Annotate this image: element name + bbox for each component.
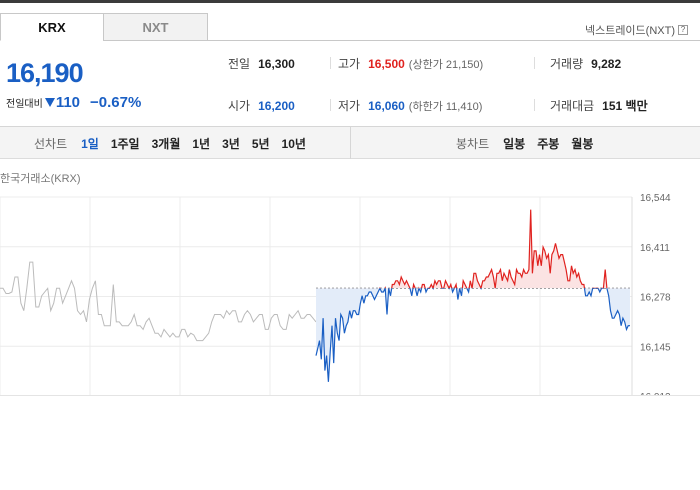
stat-label: 저가	[338, 99, 361, 113]
nxt-link-label: 넥스트레이드(NXT)	[584, 25, 675, 37]
stat-low: 저가 16,060 (하한가 11,410)	[338, 97, 482, 114]
period-bar: 선차트 1일 1주일 3개월 1년 3년 5년 10년 봉차트 일봉 주봉 월봉	[0, 127, 700, 159]
stat-value: 151 백만	[602, 99, 648, 113]
stat-amount: 거래대금 151 백만	[550, 97, 648, 114]
period-1w[interactable]: 1주일	[111, 135, 140, 152]
change-label: 전일대비	[6, 99, 43, 110]
tab-nxt[interactable]: NXT	[103, 13, 208, 41]
period-1d[interactable]: 1일	[81, 135, 99, 152]
y-tick-label: 16,411	[640, 243, 670, 254]
tab-underline	[208, 40, 700, 41]
stat-value: 16,060	[368, 99, 405, 113]
stat-value: 9,282	[591, 57, 622, 71]
down-triangle-icon	[44, 98, 55, 107]
change-percent: −0.67%	[90, 94, 142, 111]
nxt-link[interactable]: 넥스트레이드(NXT) ?	[585, 22, 688, 38]
period-divider	[350, 127, 351, 159]
stat-prev-close: 전일 16,300	[228, 55, 295, 72]
change-value: 110	[55, 94, 81, 111]
faded-series-line	[0, 261, 317, 342]
current-price: 16,190	[6, 58, 84, 88]
stat-label: 시가	[228, 99, 251, 113]
candle-weekly[interactable]: 주봉	[537, 135, 559, 152]
y-tick-label: 16,278	[640, 293, 671, 304]
exchange-label: 한국거래소(KRX)	[0, 173, 81, 185]
top-border	[0, 0, 700, 3]
stat-value: 16,300	[258, 57, 295, 71]
line-chart-label: 선차트	[34, 136, 68, 151]
period-3y[interactable]: 3년	[222, 135, 240, 152]
market-tabs: KRX NXT	[0, 13, 208, 41]
y-tick-label: 16,145	[640, 342, 671, 353]
candle-daily[interactable]: 일봉	[503, 135, 525, 152]
stat-divider	[534, 57, 535, 69]
stat-divider	[330, 57, 331, 69]
stat-divider	[534, 99, 535, 111]
stat-value: 16,200	[258, 99, 295, 113]
y-tick-label: 16,544	[640, 193, 671, 204]
period-10y[interactable]: 10년	[282, 135, 306, 152]
stat-volume: 거래량 9,282	[550, 55, 621, 72]
down-area-fill	[316, 288, 630, 382]
period-3m[interactable]: 3개월	[152, 135, 181, 152]
period-5y[interactable]: 5년	[252, 135, 270, 152]
period-1y[interactable]: 1년	[192, 135, 210, 152]
stat-label: 거래량	[550, 57, 584, 71]
candle-chart-periods: 봉차트 일봉 주봉 월봉	[456, 127, 605, 159]
stat-divider	[330, 99, 331, 111]
chart-bottom-line	[0, 395, 700, 396]
price-change: 전일대비 110 −0.67%	[6, 94, 141, 111]
stat-label: 거래대금	[550, 99, 595, 113]
stat-label: 고가	[338, 57, 361, 71]
stat-open: 시가 16,200	[228, 97, 295, 114]
stat-sub: (상한가 21,150)	[408, 59, 484, 71]
line-chart-periods: 선차트 1일 1주일 3개월 1년 3년 5년 10년	[34, 127, 318, 159]
intraday-chart: 16,54416,41116,27816,14516,012	[0, 193, 671, 396]
candle-chart-label: 봉차트	[456, 136, 490, 151]
stat-sub: (하한가 11,410)	[408, 101, 483, 113]
help-icon[interactable]: ?	[678, 25, 688, 35]
candle-monthly[interactable]: 월봉	[571, 135, 593, 152]
tab-krx[interactable]: KRX	[0, 13, 104, 41]
stat-value: 16,500	[368, 57, 405, 71]
stat-label: 전일	[228, 57, 251, 71]
stat-high: 고가 16,500 (상한가 21,150)	[338, 55, 483, 72]
